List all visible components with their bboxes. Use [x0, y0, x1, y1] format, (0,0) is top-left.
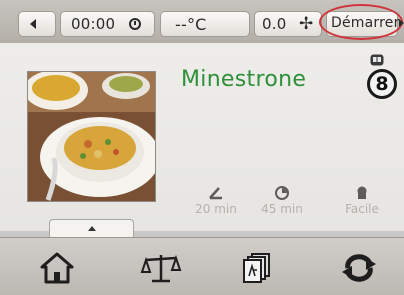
difficulty-info: Facile — [332, 185, 392, 216]
fan-icon: ✢ — [299, 14, 314, 34]
expand-tab[interactable] — [49, 219, 134, 237]
triangle-left-icon — [30, 19, 36, 29]
pages-icon[interactable] — [243, 252, 271, 284]
prep-time-info: 20 min — [186, 185, 246, 216]
timer-button[interactable]: 00:00 — [60, 11, 155, 37]
speed-button[interactable]: 0.0 ✢ — [254, 11, 322, 37]
back-button[interactable] — [18, 11, 56, 37]
temperature-button[interactable]: --°C — [160, 11, 250, 37]
chef-hat-icon — [357, 186, 367, 199]
triangle-right-icon[interactable] — [399, 19, 404, 27]
bottom-nav — [0, 237, 404, 295]
cook-time-value: 45 min — [261, 202, 303, 216]
recipe-title: Minestrone — [181, 67, 307, 92]
sync-icon[interactable] — [340, 252, 378, 284]
prep-time-value: 20 min — [195, 202, 237, 216]
start-highlight-circle — [319, 4, 403, 40]
step-number-badge: 8 — [367, 69, 397, 99]
temperature-value: --°C — [175, 15, 207, 34]
cook-time-info: 45 min — [252, 185, 312, 216]
triangle-up-icon — [88, 226, 96, 231]
recipe-panel: Minestrone 8 20 min 45 min Facile — [0, 43, 404, 231]
knife-icon — [209, 187, 222, 200]
clock-icon — [129, 18, 141, 30]
home-icon[interactable] — [40, 252, 74, 284]
timer-value: 00:00 — [71, 15, 116, 33]
clock-dial-icon — [275, 186, 289, 200]
scale-icon[interactable] — [140, 252, 182, 284]
status-bar: 00:00 --°C 0.0 ✢ Démarrer — [0, 0, 404, 43]
book-icon[interactable] — [370, 54, 384, 66]
speed-value: 0.0 — [262, 15, 287, 33]
difficulty-value: Facile — [345, 202, 379, 216]
recipe-photo — [27, 71, 156, 202]
